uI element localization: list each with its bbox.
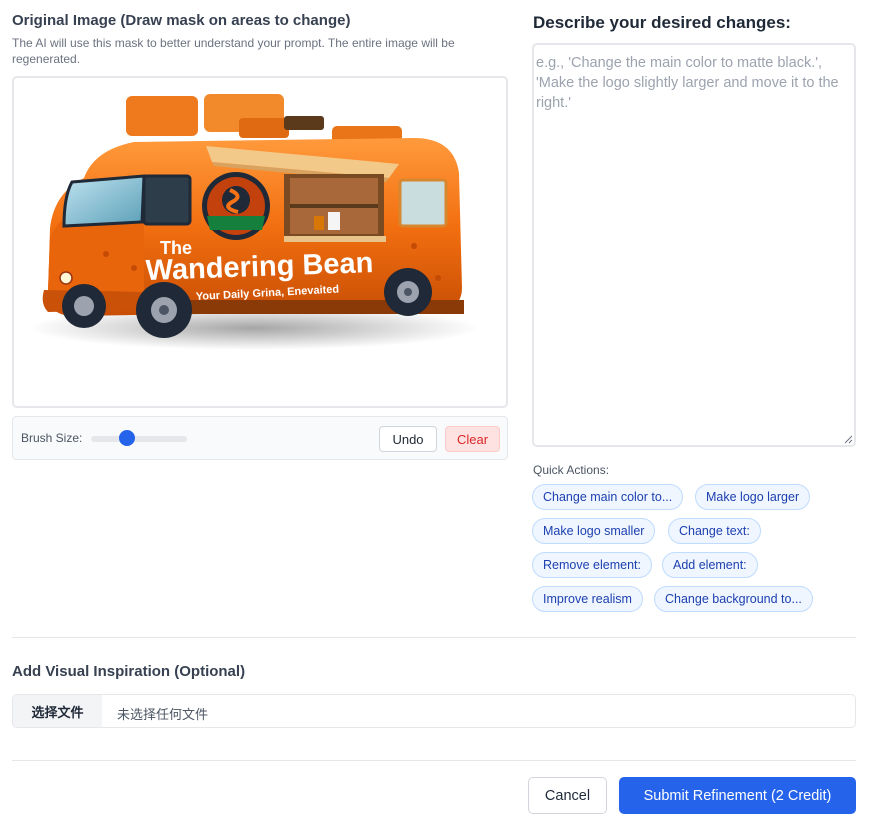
submit-refinement-button[interactable]: Submit Refinement (2 Credit)	[619, 777, 856, 814]
clear-button[interactable]: Clear	[445, 426, 500, 452]
brush-size-slider-thumb[interactable]	[119, 430, 136, 446]
mask-canvas[interactable]: The Wandering Bean Your Daily Grina, Ene…	[12, 76, 508, 408]
undo-button[interactable]: Undo	[379, 426, 437, 452]
food-truck-image: The Wandering Bean Your Daily Grina, Ene…	[29, 94, 479, 350]
changes-prompt-input[interactable]	[532, 43, 856, 447]
section-divider	[12, 637, 856, 638]
changes-title: Describe your desired changes:	[533, 13, 791, 32]
visual-inspiration-title: Add Visual Inspiration (Optional)	[12, 663, 246, 680]
footer-divider	[12, 760, 856, 761]
inspiration-file-input[interactable]: 选择文件 未选择任何文件	[12, 694, 856, 728]
quick-action-change-main-color[interactable]: Change main color to...	[532, 484, 684, 510]
original-image-section: Original Image (Draw mask on areas to ch…	[12, 12, 508, 67]
quick-action-make-logo-smaller[interactable]: Make logo smaller	[532, 518, 656, 544]
resize-grip-icon[interactable]	[843, 434, 853, 444]
quick-action-add-element[interactable]: Add element:	[662, 552, 758, 578]
original-image-description: The AI will use this mask to better unde…	[12, 36, 455, 66]
quick-actions-label: Quick Actions:	[533, 463, 610, 477]
quick-action-change-background[interactable]: Change background to...	[654, 586, 813, 612]
quick-action-remove-element[interactable]: Remove element:	[532, 552, 652, 578]
quick-action-improve-realism[interactable]: Improve realism	[532, 586, 643, 612]
quick-action-make-logo-larger[interactable]: Make logo larger	[695, 484, 811, 510]
mask-toolbar: Brush Size: Undo Clear	[12, 416, 508, 460]
choose-file-button[interactable]: 选择文件	[13, 695, 102, 727]
cancel-button[interactable]: Cancel	[528, 777, 607, 814]
quick-action-change-text[interactable]: Change text:	[668, 518, 761, 544]
brush-size-label: Brush Size:	[21, 431, 83, 445]
file-status-text: 未选择任何文件	[117, 707, 209, 722]
original-image-title: Original Image (Draw mask on areas to ch…	[12, 12, 351, 29]
brush-size-slider[interactable]	[91, 436, 187, 442]
